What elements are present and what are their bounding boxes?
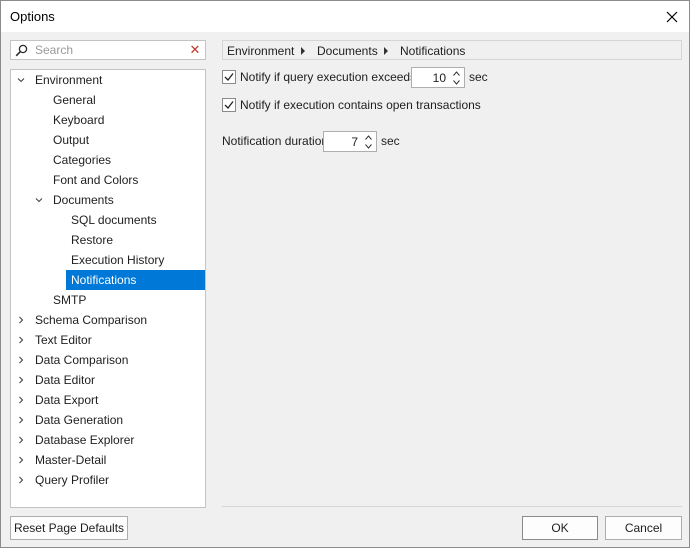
query-exceeds-value[interactable]: 10 — [433, 70, 446, 86]
chevron-right-icon[interactable] — [15, 410, 27, 430]
search-input[interactable] — [35, 42, 185, 58]
stepper-up-icon[interactable] — [362, 133, 374, 141]
chevron-right-icon[interactable] — [15, 450, 27, 470]
tree-item-keyboard[interactable]: Keyboard — [15, 110, 205, 130]
tree-item-smtp[interactable]: SMTP — [15, 290, 205, 310]
query-exceeds-checkbox[interactable] — [222, 70, 236, 84]
tree-item-label: Categories — [53, 153, 112, 167]
breadcrumb-item-environment[interactable]: Environment — [227, 43, 294, 59]
tree-item-general[interactable]: General — [15, 90, 205, 110]
notification-duration-unit: sec — [381, 134, 400, 148]
query-exceeds-unit: sec — [469, 70, 488, 84]
notification-duration-label: Notification duration — [222, 134, 329, 148]
tree-item-label: Query Profiler — [35, 473, 110, 487]
tree-item-schema-comparison[interactable]: Schema Comparison — [15, 310, 205, 330]
chevron-right-icon[interactable] — [15, 470, 27, 490]
tree-item-label: Data Generation — [35, 413, 124, 427]
tree-item-query-profiler[interactable]: Query Profiler — [15, 470, 205, 490]
tree-item-label: Execution History — [71, 253, 165, 267]
query-exceeds-label[interactable]: Notify if query execution exceeds — [240, 69, 416, 85]
tree-item-label: Output — [53, 133, 90, 147]
stepper-down-icon[interactable] — [362, 142, 374, 150]
tree-item-categories[interactable]: Categories — [15, 150, 205, 170]
close-icon — [666, 11, 678, 22]
breadcrumb-item-notifications: Notifications — [400, 44, 466, 58]
chevron-down-icon[interactable] — [33, 190, 45, 210]
tree-item-label: General — [53, 93, 96, 107]
dialog-title: Options — [10, 9, 55, 24]
close-button[interactable] — [655, 1, 689, 32]
notification-duration-value[interactable]: 7 — [351, 134, 358, 150]
tree-item-documents[interactable]: Documents — [15, 190, 205, 210]
tree-item-label: SMTP — [53, 293, 87, 307]
search-box: ✕ — [10, 40, 206, 60]
tree-item-label: Font and Colors — [53, 173, 139, 187]
notification-duration-stepper[interactable]: 7 — [323, 131, 377, 152]
tree-item-font-and-colors[interactable]: Font and Colors — [15, 170, 205, 190]
open-transactions-label[interactable]: Notify if execution contains open transa… — [240, 97, 481, 113]
checkmark-icon — [224, 73, 234, 81]
tree-item-label: Text Editor — [35, 333, 92, 347]
stepper-arrows — [362, 133, 374, 150]
tree-item-database-explorer[interactable]: Database Explorer — [15, 430, 205, 450]
tree-item-data-export[interactable]: Data Export — [15, 390, 205, 410]
stepper-down-icon[interactable] — [450, 78, 462, 86]
breadcrumb-item-documents[interactable]: Documents — [317, 43, 378, 59]
open-transactions-checkbox[interactable] — [222, 98, 236, 112]
tree-item-text-editor[interactable]: Text Editor — [15, 330, 205, 350]
tree-item-data-comparison[interactable]: Data Comparison — [15, 350, 205, 370]
checkmark-icon — [224, 101, 234, 109]
query-exceeds-stepper[interactable]: 10 — [411, 67, 465, 88]
tree-item-label: Documents — [53, 193, 114, 207]
tree-item-execution-history[interactable]: Execution History — [15, 250, 205, 270]
stepper-arrows — [450, 69, 462, 86]
chevron-right-icon[interactable] — [15, 350, 27, 370]
tree-item-label: Notifications — [66, 270, 205, 290]
stepper-up-icon[interactable] — [450, 69, 462, 77]
title-bar: Options — [1, 1, 689, 32]
tree-item-environment[interactable]: Environment — [15, 70, 205, 90]
chevron-down-icon[interactable] — [15, 70, 27, 90]
chevron-right-icon — [301, 47, 305, 55]
tree-item-restore[interactable]: Restore — [15, 230, 205, 250]
tree-item-output[interactable]: Output — [15, 130, 205, 150]
footer-divider — [222, 506, 682, 507]
chevron-right-icon[interactable] — [15, 330, 27, 350]
options-tree[interactable]: Environment General Keyboard Output Cate… — [10, 69, 206, 508]
tree-item-master-detail[interactable]: Master-Detail — [15, 450, 205, 470]
tree-item-data-generation[interactable]: Data Generation — [15, 410, 205, 430]
breadcrumb: Environment Documents Notifications — [222, 40, 682, 60]
tree-item-label: SQL documents — [71, 213, 157, 227]
chevron-right-icon[interactable] — [15, 310, 27, 330]
chevron-right-icon[interactable] — [15, 370, 27, 390]
clear-icon[interactable]: ✕ — [189, 42, 201, 58]
cancel-button[interactable]: Cancel — [605, 516, 682, 540]
tree-item-label: Data Comparison — [35, 353, 129, 367]
chevron-right-icon[interactable] — [15, 390, 27, 410]
magnifier-icon — [15, 44, 28, 57]
tree-item-label: Database Explorer — [35, 433, 135, 447]
tree-item-label: Environment — [35, 73, 103, 87]
tree-item-label: Data Editor — [35, 373, 96, 387]
tree-item-notifications[interactable]: Notifications — [15, 270, 205, 290]
reset-page-defaults-button[interactable]: Reset Page Defaults — [10, 516, 128, 540]
options-dialog: Options ✕ Environment General Keyboard O… — [0, 0, 690, 548]
chevron-right-icon[interactable] — [15, 430, 27, 450]
chevron-right-icon — [384, 47, 388, 55]
tree-item-label: Master-Detail — [35, 453, 107, 467]
tree-item-label: Restore — [71, 233, 114, 247]
tree-item-sql-documents[interactable]: SQL documents — [15, 210, 205, 230]
tree-item-data-editor[interactable]: Data Editor — [15, 370, 205, 390]
tree-item-label: Keyboard — [53, 113, 105, 127]
tree-item-label: Schema Comparison — [35, 313, 148, 327]
ok-button[interactable]: OK — [522, 516, 598, 540]
tree-item-label: Data Export — [35, 393, 99, 407]
